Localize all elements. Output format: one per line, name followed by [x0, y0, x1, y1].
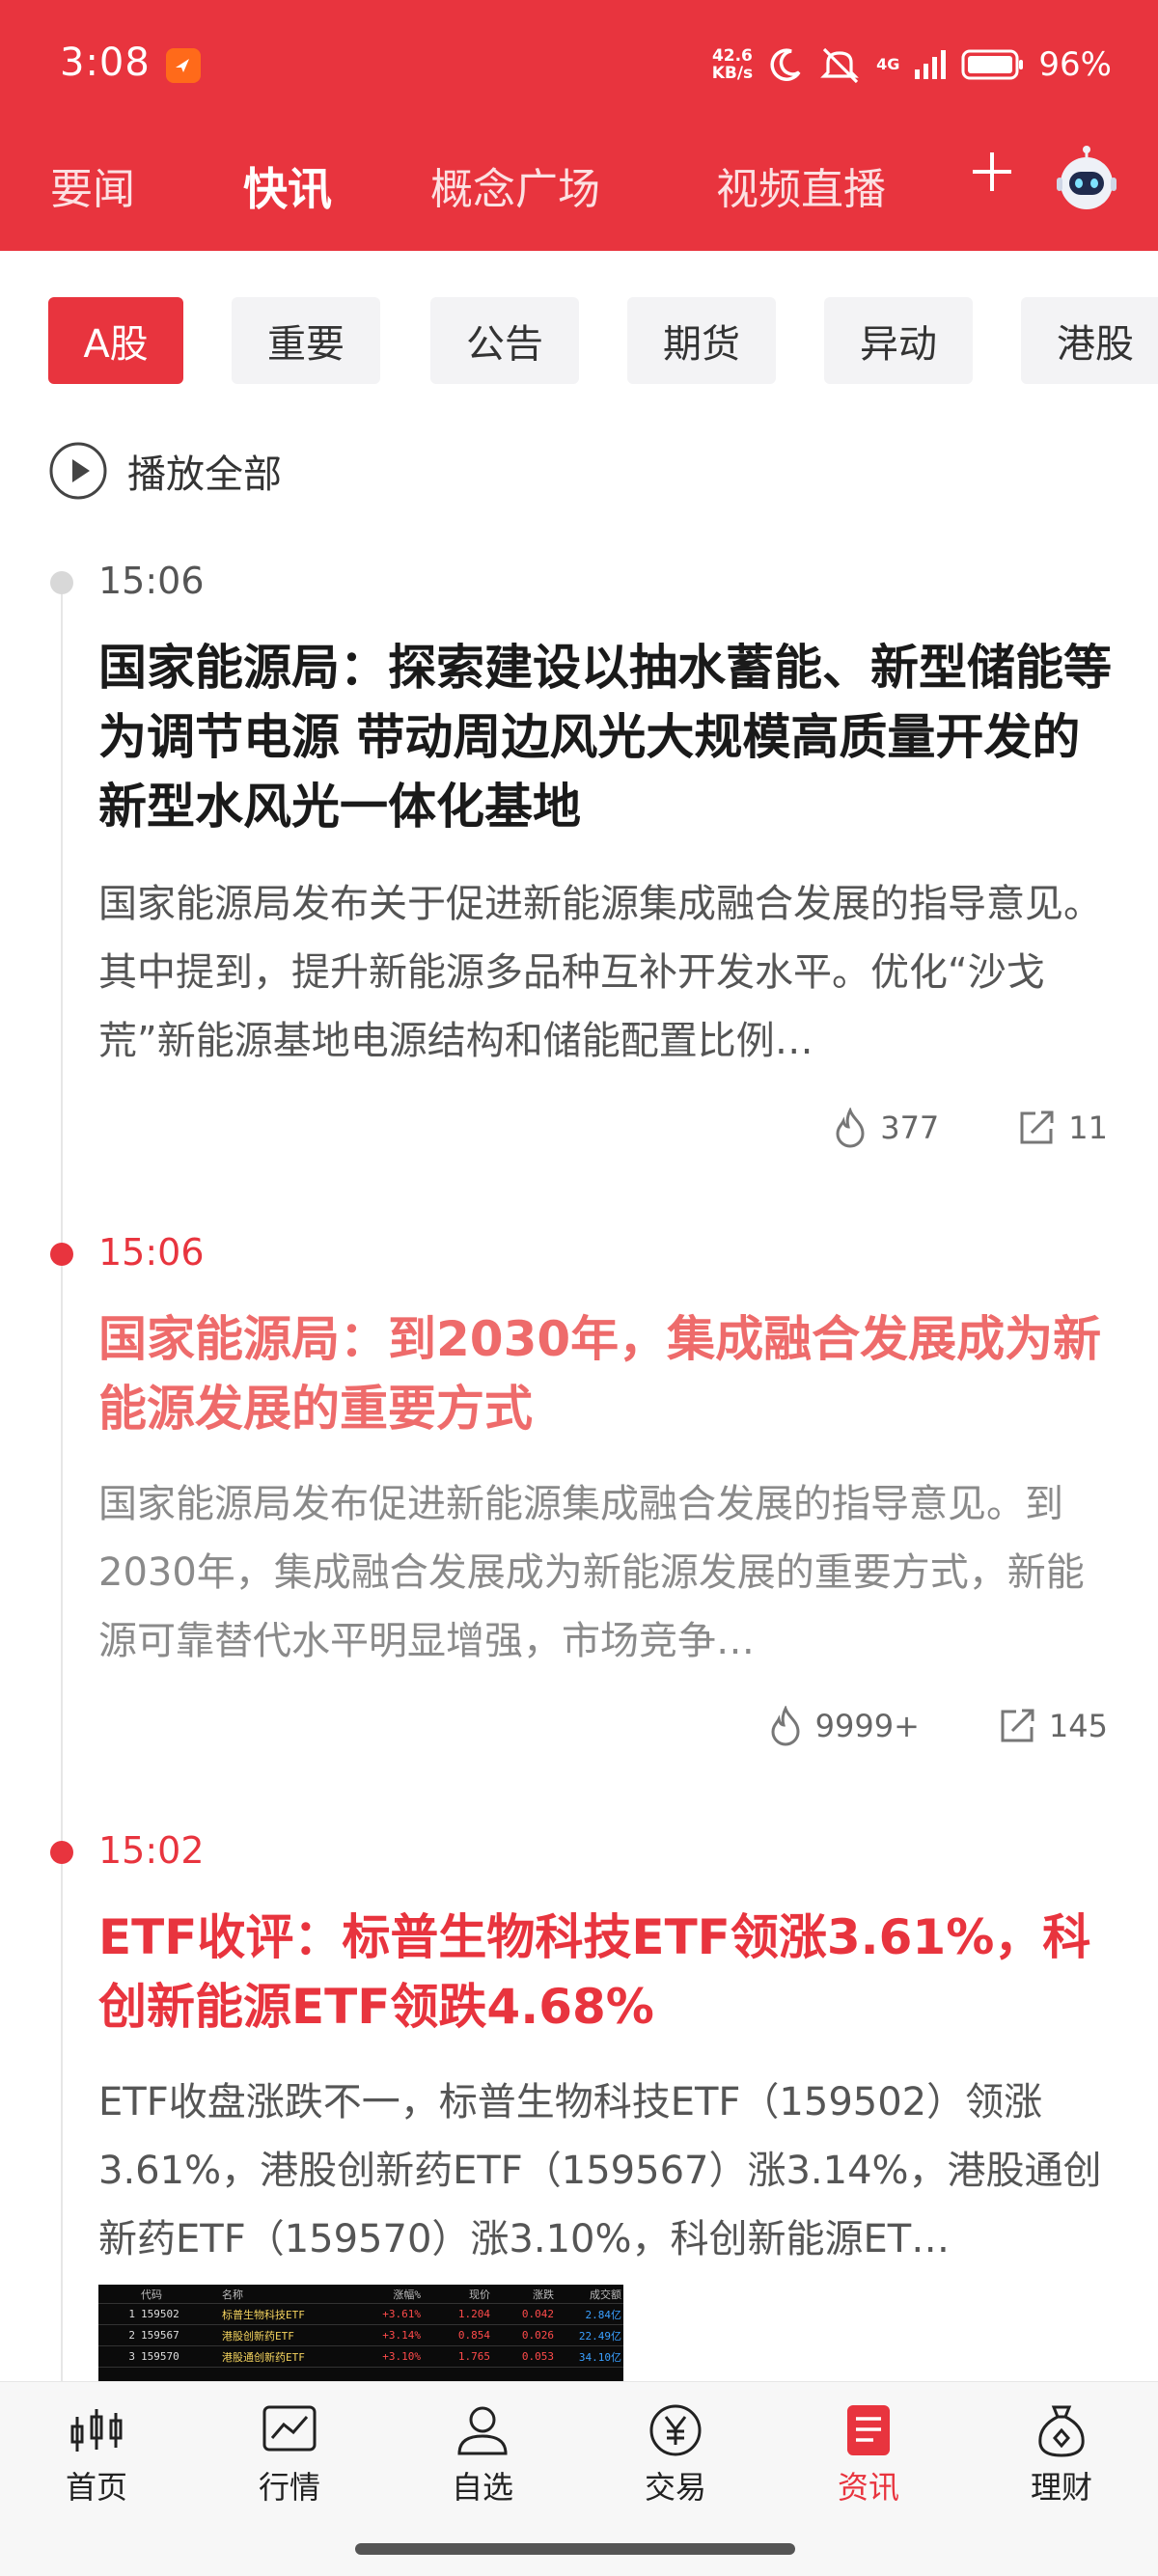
like-stat[interactable]: 9999+ — [767, 1706, 920, 1746]
news-doc-icon — [847, 2405, 890, 2455]
home-indicator[interactable] — [355, 2543, 795, 2555]
bottom-tab-trade[interactable]: 交易 — [618, 2403, 733, 2507]
share-icon — [1001, 1709, 1034, 1742]
money-bag-icon — [1038, 2405, 1085, 2457]
share-count: 11 — [1068, 1110, 1108, 1146]
network-speed: 42.6 KB/s — [711, 46, 754, 83]
share-stat[interactable]: 11 — [1016, 1108, 1108, 1148]
chip-announcements[interactable]: 公告 — [430, 297, 579, 384]
candlestick-icon — [70, 2409, 123, 2452]
tab-concept-square[interactable]: 概念广场 — [430, 154, 600, 216]
chip-movers[interactable]: 异动 — [824, 297, 973, 384]
chip-important[interactable]: 重要 — [232, 297, 380, 384]
like-count: 9999+ — [814, 1708, 920, 1744]
bottom-tab-market[interactable]: 行情 — [232, 2403, 347, 2507]
news-headline[interactable]: ETF收评：标普生物科技ETF领涨3.61%，科创新能源ETF领跌4.68% — [98, 1903, 1112, 2042]
tab-flash-news[interactable]: 快讯 — [243, 154, 332, 218]
play-icon — [49, 442, 107, 500]
signal-icon — [915, 50, 947, 79]
battery-percent: 96% — [1038, 45, 1112, 84]
notification-app-icon — [166, 48, 201, 83]
like-stat[interactable]: 377 — [832, 1108, 939, 1148]
timeline-dot — [50, 1841, 73, 1864]
share-count: 145 — [1048, 1708, 1108, 1744]
chip-hk-stocks[interactable]: 港股 — [1021, 297, 1158, 384]
add-tab-icon[interactable] — [967, 147, 1017, 197]
battery-icon — [961, 49, 1024, 80]
status-icons: 42.6 KB/s 4G 96% — [712, 42, 1112, 87]
flame-icon — [836, 1108, 865, 1148]
like-count: 377 — [880, 1110, 940, 1146]
network-type: 4G — [876, 55, 900, 73]
news-headline[interactable]: 国家能源局：探索建设以抽水蓄能、新型储能等为调节电源 带动周边风光大规模高质量开… — [98, 633, 1112, 841]
chip-futures[interactable]: 期货 — [627, 297, 776, 384]
tab-headlines[interactable]: 要闻 — [50, 154, 135, 216]
bottom-tab-home[interactable]: 首页 — [39, 2403, 154, 2507]
status-bar: 3:08 42.6 KB/s 4G 96% — [0, 0, 1158, 125]
timeline-dot — [50, 571, 73, 594]
share-icon — [1020, 1110, 1054, 1144]
news-summary[interactable]: 国家能源局发布关于促进新能源集成融合发展的指导意见。其中提到，提升新能源多品种互… — [98, 870, 1112, 1076]
moon-icon — [770, 48, 801, 81]
news-time: 15:02 — [98, 1829, 205, 1872]
share-stat[interactable]: 145 — [997, 1706, 1108, 1746]
play-all-button[interactable]: 播放全部 — [48, 442, 282, 500]
app-header: 3:08 42.6 KB/s 4G 96% 要闻 快讯 概念广场 视频直播 — [0, 0, 1158, 251]
yen-coin-icon — [649, 2404, 702, 2456]
bottom-tab-news[interactable]: 资讯 — [811, 2403, 926, 2507]
timeline-rail — [61, 583, 63, 2397]
table-row: 2 159567 港股创新药ETF +3.14% 0.854 0.026 22.… — [98, 2325, 623, 2346]
chart-icon — [262, 2405, 317, 2452]
chip-a-shares[interactable]: A股 — [48, 297, 183, 384]
news-time: 15:06 — [98, 1231, 205, 1274]
news-stats: 377 11 — [832, 1104, 1108, 1152]
play-all-label: 播放全部 — [127, 452, 282, 497]
news-summary[interactable]: 国家能源局发布促进新能源集成融合发展的指导意见。到2030年，集成融合发展成为新… — [98, 1470, 1112, 1676]
category-filter-bar: A股 重要 公告 期货 异动 港股 — [0, 297, 1158, 384]
news-summary[interactable]: ETF收盘涨跌不一，标普生物科技ETF（159502）领涨3.61%，港股创新药… — [98, 2069, 1112, 2274]
etf-table-thumbnail[interactable]: 代码 名称 涨幅% 现价 涨跌 成交额 1 159502 标普生物科技ETF +… — [98, 2285, 623, 2381]
user-icon — [457, 2406, 508, 2455]
news-time: 15:06 — [98, 560, 205, 602]
bottom-tab-wealth[interactable]: 理财 — [1004, 2403, 1119, 2507]
flame-icon — [771, 1706, 800, 1746]
table-row: 1 159502 标普生物科技ETF +3.61% 1.204 0.042 2.… — [98, 2304, 623, 2325]
news-headline[interactable]: 国家能源局：到2030年，集成融合发展成为新能源发展的重要方式 — [98, 1304, 1112, 1443]
timeline-dot — [50, 1243, 73, 1266]
thumbnail-header-row: 代码 名称 涨幅% 现价 涨跌 成交额 — [98, 2285, 623, 2304]
status-time: 3:08 — [60, 41, 151, 85]
robot-assistant-icon[interactable] — [1052, 145, 1121, 214]
mute-icon — [820, 47, 860, 84]
tab-video-live[interactable]: 视频直播 — [716, 154, 886, 216]
table-row: 3 159570 港股通创新药ETF +3.10% 1.765 0.053 34… — [98, 2346, 623, 2368]
bottom-tab-watchlist[interactable]: 自选 — [425, 2403, 540, 2507]
news-stats: 9999+ 145 — [767, 1702, 1108, 1750]
